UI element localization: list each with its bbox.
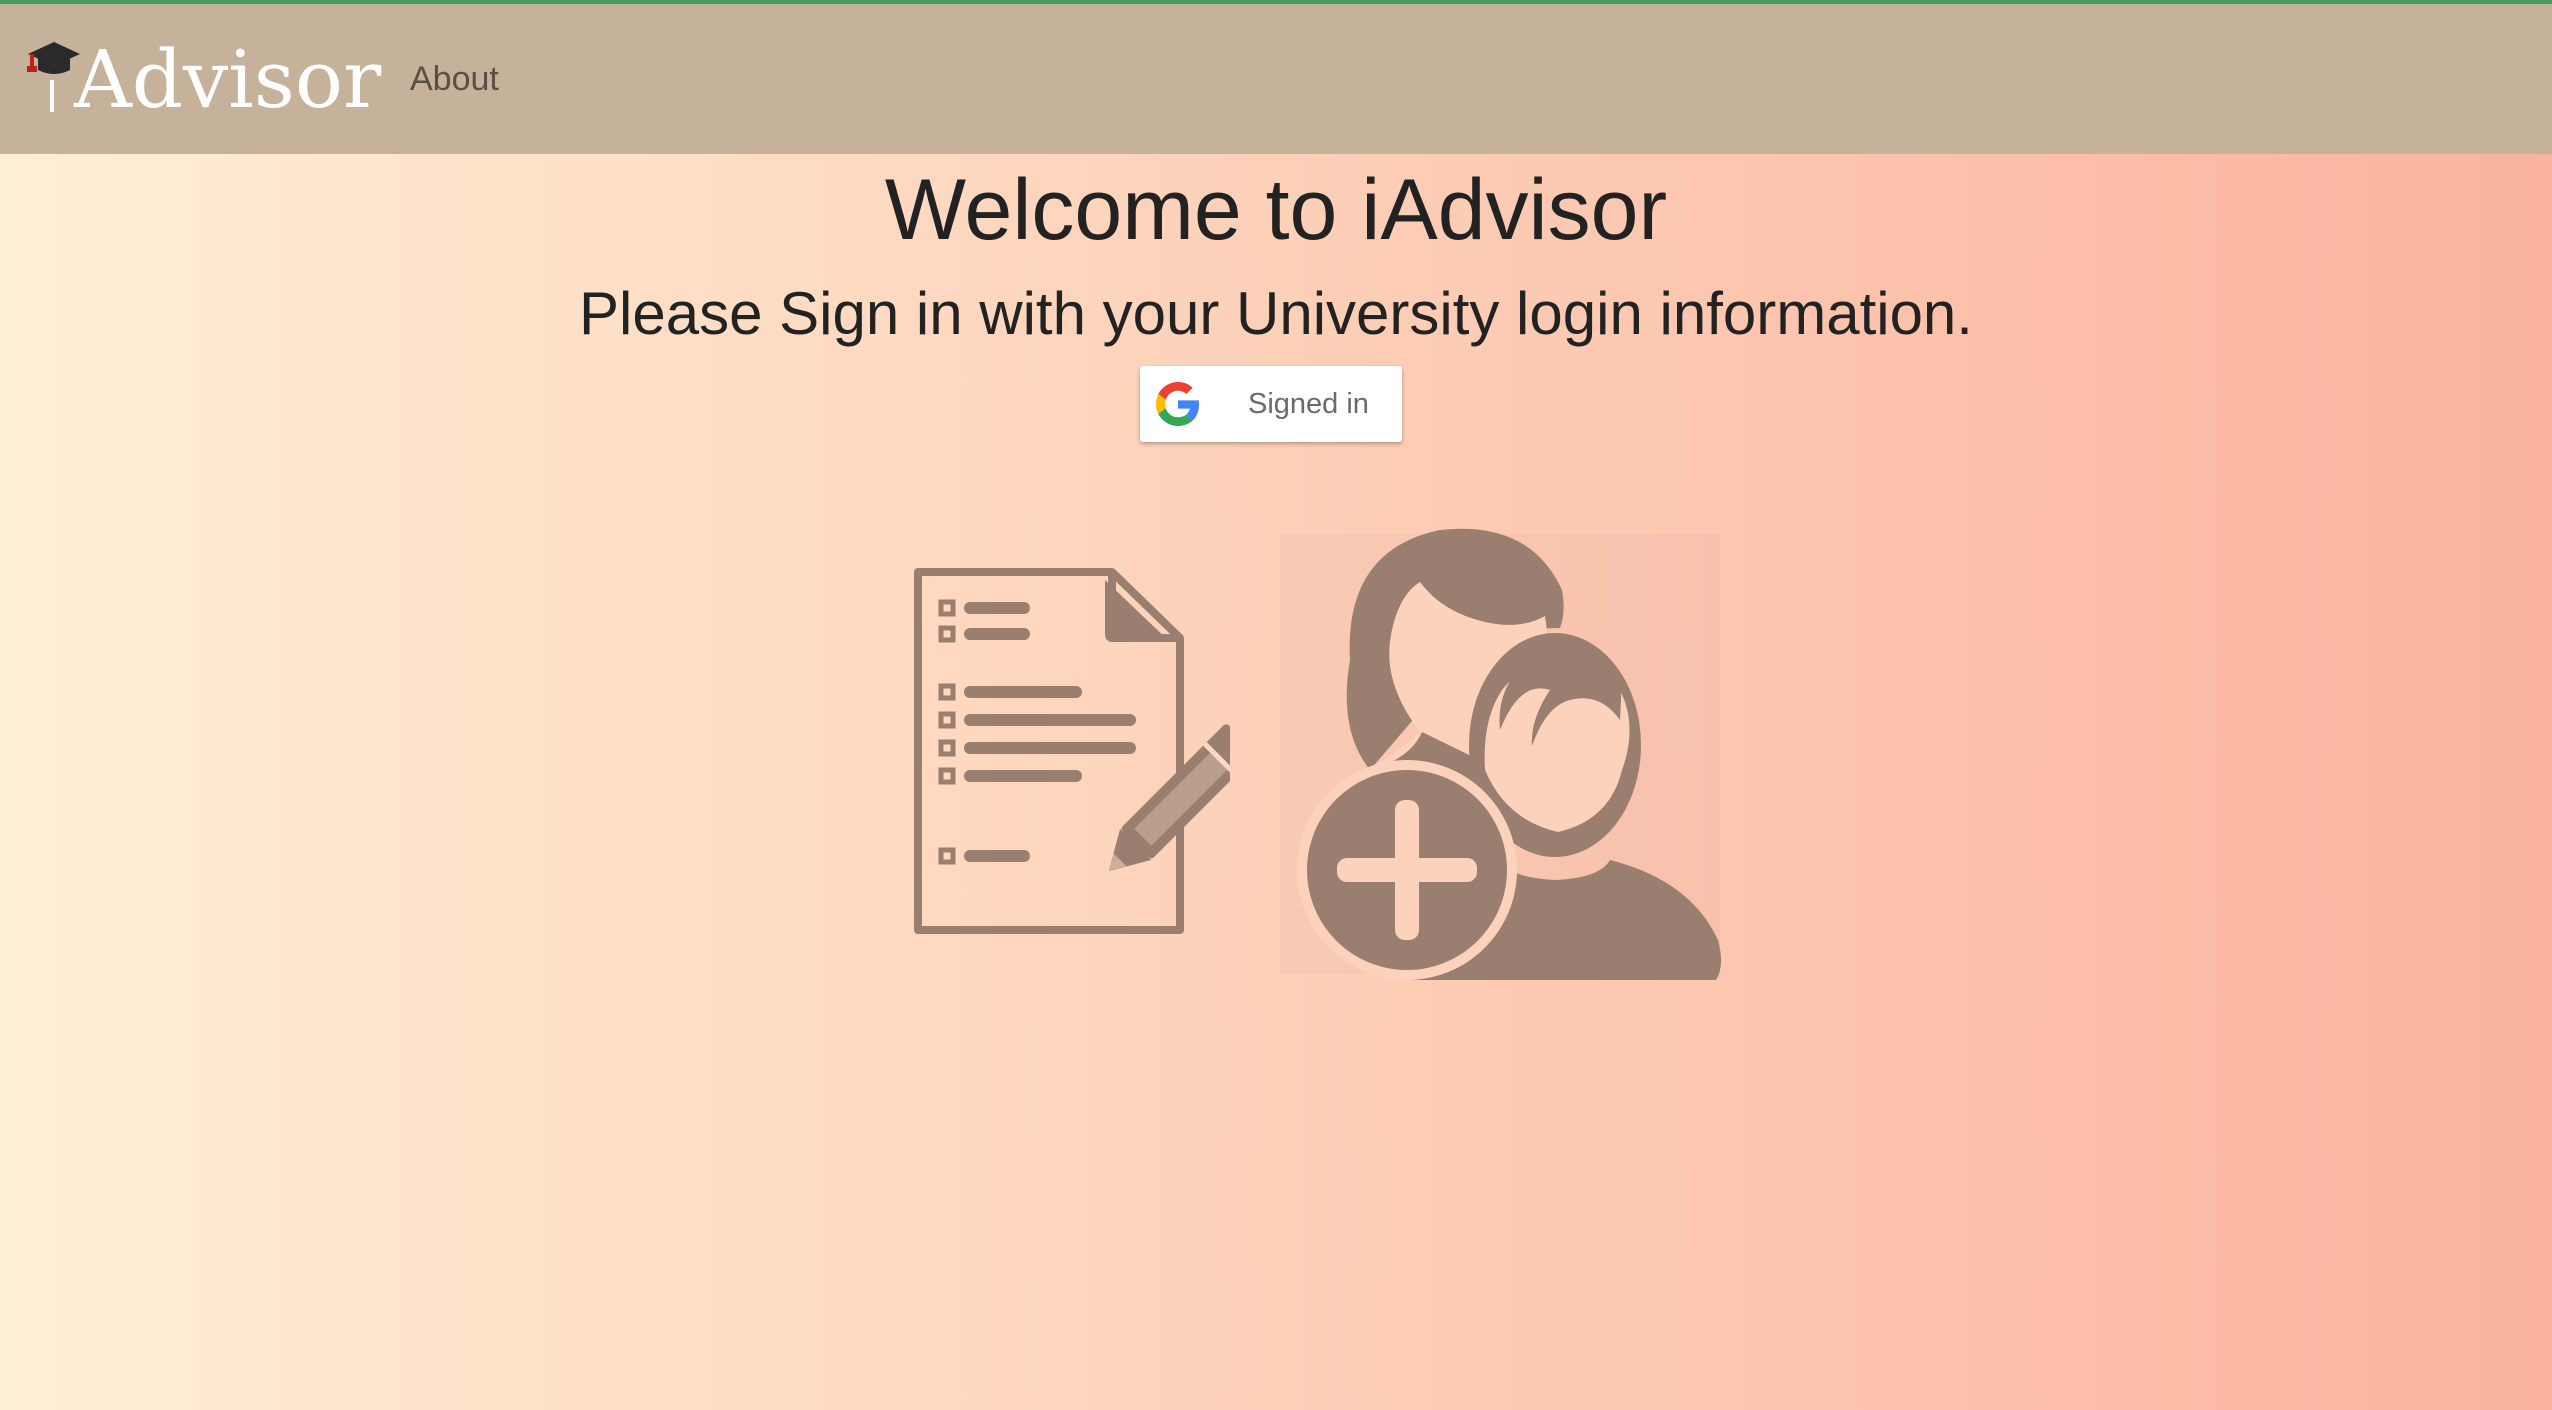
page-title: Welcome to iAdvisor [884,162,1668,258]
nav-link-about[interactable]: About [410,54,499,104]
page-subtitle: Please Sign in with your University logi… [579,280,1973,347]
brand-text: Advisor [74,33,382,126]
illustration [900,520,1730,980]
google-signin-button[interactable]: Signed in [1140,366,1402,442]
google-icon [1156,382,1200,426]
brand-logo[interactable]: Advisor [26,30,381,130]
add-users-icon [1280,528,1722,980]
navbar: Advisor About [0,4,2552,154]
document-checklist-pencil-icon [914,568,1230,934]
google-signin-label: Signed in [1248,388,1369,420]
